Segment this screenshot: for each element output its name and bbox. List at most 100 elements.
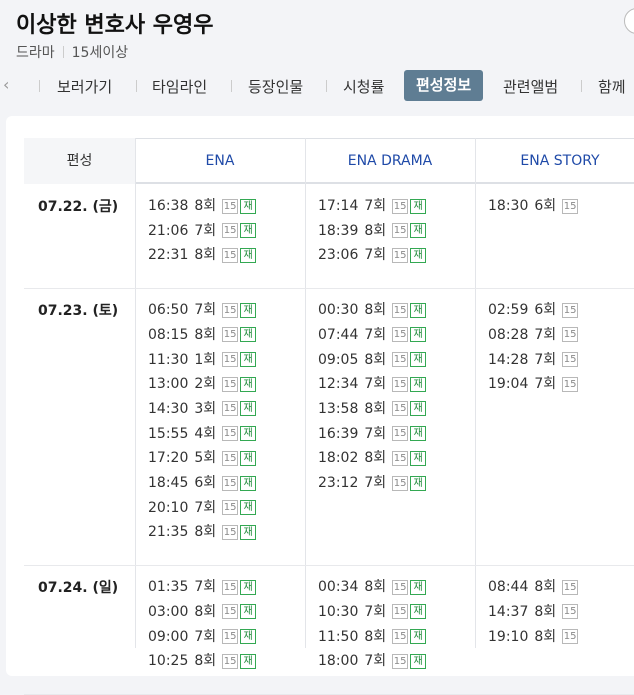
slot-episode: 2회	[194, 376, 217, 393]
slot-time: 23:06	[318, 247, 359, 264]
slot-time: 18:30	[488, 198, 529, 214]
schedule-slot: 11:30 1회 15 재	[148, 350, 257, 370]
schedule-slot: 08:44 8회 15	[488, 577, 579, 597]
schedule-slot: 16:38 8회 15 재	[148, 196, 257, 216]
slot-time: 18:02	[318, 450, 359, 467]
header-ena: ENA	[205, 153, 235, 169]
rerun-badge: 재	[410, 302, 427, 318]
slot-time: 00:34	[318, 579, 359, 596]
age-15-badge: 15	[392, 629, 409, 644]
slot-time: 12:34	[318, 376, 359, 393]
rerun-badge: 재	[410, 327, 427, 343]
schedule-slot: 18:45 6회 15 재	[148, 473, 257, 493]
rerun-badge: 재	[240, 475, 257, 491]
rerun-badge: 재	[240, 604, 257, 620]
slot-episode: 5회	[194, 450, 217, 467]
age-15-badge: 15	[392, 198, 409, 214]
header-ena-drama: ENA DRAMA	[347, 153, 433, 169]
tab-ratings[interactable]: 시청률	[343, 73, 384, 101]
genre-label[interactable]: 드라마	[16, 42, 55, 62]
age-15-badge: 15	[562, 327, 579, 343]
schedule-slot: 00:34 8회 15 재	[318, 577, 427, 597]
slot-time: 08:15	[148, 326, 189, 343]
rerun-badge: 재	[240, 500, 257, 516]
slot-episode: 6회	[534, 198, 557, 214]
age-15-badge: 15	[222, 376, 239, 392]
age-15-badge: 15	[392, 475, 409, 491]
tab-together[interactable]: 함께	[598, 73, 626, 101]
slot-time: 13:00	[148, 376, 189, 393]
rerun-badge: 재	[410, 579, 427, 595]
slot-episode: 8회	[194, 603, 217, 620]
action-circle-button[interactable]	[624, 8, 634, 34]
age-15-badge: 15	[222, 352, 239, 367]
rerun-badge: 재	[410, 352, 427, 367]
column-divider	[475, 138, 476, 648]
schedule-slot: 03:00 8회 15 재	[148, 602, 257, 622]
slot-episode: 7회	[534, 376, 557, 393]
schedule-slot: 15:55 4회 15 재	[148, 424, 257, 444]
rerun-badge: 재	[240, 524, 257, 540]
slot-episode: 7회	[534, 351, 557, 368]
rerun-badge: 재	[240, 579, 257, 595]
age-15-badge: 15	[392, 579, 409, 595]
slot-time: 22:31	[148, 247, 189, 264]
age-15-badge: 15	[222, 327, 239, 343]
slot-time: 17:20	[148, 450, 189, 467]
tab-timeline[interactable]: 타임라인	[152, 73, 207, 101]
header-schedule: 편성	[24, 138, 135, 184]
slot-time: 03:00	[148, 603, 189, 620]
age-15-badge: 15	[392, 450, 409, 466]
slot-time: 18:45	[148, 475, 189, 491]
schedule-slot: 06:50 7회 15 재	[148, 300, 257, 320]
tab-divider	[39, 80, 40, 92]
chevron-left-icon[interactable]: ‹	[3, 75, 9, 94]
age-15-badge: 15	[392, 247, 409, 263]
slot-episode: 8회	[534, 603, 557, 620]
age-15-badge: 15	[392, 401, 409, 417]
slot-episode: 8회	[534, 579, 557, 596]
schedule-slot: 07:44 7회 15 재	[318, 325, 427, 345]
age-15-badge: 15	[562, 376, 579, 392]
slot-time: 18:39	[318, 222, 359, 239]
tab-albums[interactable]: 관련앨범	[503, 73, 558, 101]
slot-episode: 7회	[364, 425, 387, 442]
age-15-badge: 15	[392, 426, 409, 442]
slot-time: 14:37	[488, 603, 529, 620]
slot-time: 15:55	[148, 425, 189, 442]
slot-time: 08:28	[488, 326, 529, 343]
tab-divider	[581, 80, 582, 92]
schedule-slot: 01:35 7회 15 재	[148, 577, 257, 597]
tab-schedule[interactable]: 편성정보	[404, 70, 484, 101]
age-15-badge: 15	[222, 604, 239, 620]
age-15-badge: 15	[222, 401, 239, 417]
tab-divider	[326, 80, 327, 92]
schedule-slot: 12:34 7회 15 재	[318, 374, 427, 394]
slot-episode: 1회	[194, 351, 217, 368]
rating-label: 15세이상	[71, 45, 129, 61]
age-15-badge: 15	[392, 604, 409, 620]
rerun-badge: 재	[410, 475, 427, 491]
slot-time: 19:10	[488, 628, 529, 645]
tab-characters[interactable]: 등장인물	[248, 73, 303, 101]
schedule-slot: 18:39 8회 15 재	[318, 221, 427, 241]
slot-episode: 7회	[194, 579, 217, 596]
age-15-badge: 15	[392, 653, 409, 669]
age-15-badge: 15	[562, 579, 579, 595]
schedule-slot: 10:25 8회 15 재	[148, 651, 257, 671]
age-15-badge: 15	[562, 604, 579, 620]
schedule-slot: 08:28 7회 15	[488, 325, 579, 345]
slot-time: 16:39	[318, 425, 359, 442]
schedule-slot: 19:10 8회 15	[488, 627, 579, 647]
page-title: 이상한 변호사 우영우	[16, 13, 214, 38]
tab-watch[interactable]: 보러가기	[57, 73, 112, 101]
slot-time: 02:59	[488, 302, 529, 319]
schedule-slot: 17:20 5회 15 재	[148, 448, 257, 468]
schedule-slot: 19:04 7회 15	[488, 374, 579, 394]
slot-time: 16:38	[148, 198, 189, 214]
schedule-slot: 23:12 7회 15 재	[318, 473, 427, 493]
slot-episode: 7회	[364, 376, 387, 393]
schedule-slot: 10:30 7회 15 재	[318, 602, 427, 622]
date-cell: 07.24. (일)	[38, 580, 119, 597]
age-15-badge: 15	[222, 579, 239, 595]
